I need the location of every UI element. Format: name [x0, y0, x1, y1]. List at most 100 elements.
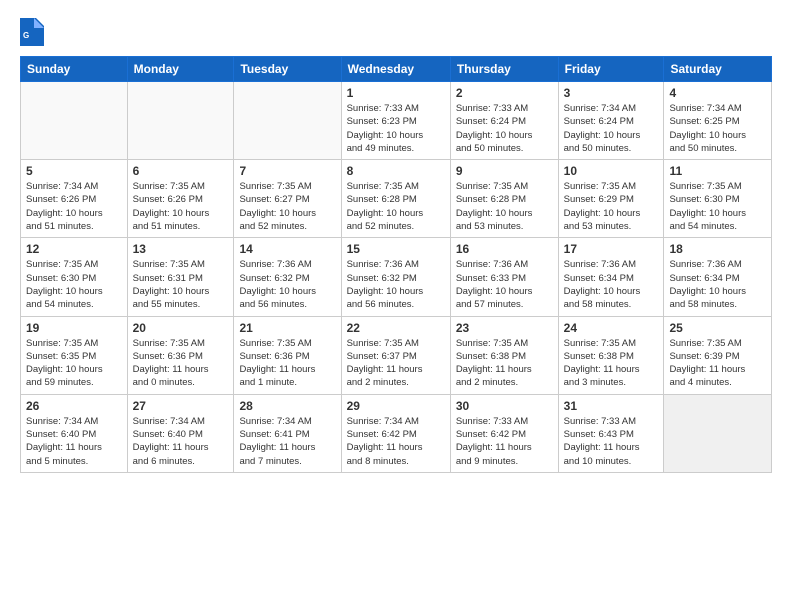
day-number: 28	[239, 399, 335, 413]
calendar-cell: 24 Sunrise: 7:35 AM Sunset: 6:38 PM Dayli…	[558, 316, 664, 394]
page: G SundayMondayTuesdayWednesdayThursdayFr…	[0, 0, 792, 612]
day-number: 2	[456, 86, 553, 100]
day-number: 30	[456, 399, 553, 413]
day-number: 22	[347, 321, 445, 335]
calendar-cell: 23Sunrise: 7:35 AM Sunset: 6:38 PM Dayli…	[450, 316, 558, 394]
weekday-header: Tuesday	[234, 57, 341, 82]
logo-icon: G	[20, 18, 44, 46]
day-number: 16	[456, 242, 553, 256]
day-number: 12	[26, 242, 122, 256]
day-number: 10	[564, 164, 659, 178]
calendar-cell: 17 Sunrise: 7:36 AM Sunset: 6:34 PM Dayli…	[558, 238, 664, 316]
day-info: Sunrise: 7:35 AM Sunset: 6:37 PM Dayligh…	[347, 337, 445, 390]
day-info: Sunrise: 7:34 AM Sunset: 6:42 PM Dayligh…	[347, 415, 445, 468]
calendar-cell: 28Sunrise: 7:34 AM Sunset: 6:41 PM Dayli…	[234, 394, 341, 472]
day-number: 20	[133, 321, 229, 335]
day-info: Sunrise: 7:35 AM Sunset: 6:26 PM Dayligh…	[133, 180, 229, 233]
day-info: Sunrise: 7:34 AM Sunset: 6:40 PM Dayligh…	[26, 415, 122, 468]
day-info: Sunrise: 7:36 AM Sunset: 6:34 PM Dayligh…	[669, 258, 766, 311]
day-info: Sunrise: 7:33 AM Sunset: 6:43 PM Dayligh…	[564, 415, 659, 468]
calendar-cell: 10Sunrise: 7:35 AM Sunset: 6:29 PM Dayli…	[558, 160, 664, 238]
calendar-cell	[21, 82, 128, 160]
day-number: 6	[133, 164, 229, 178]
weekday-header: Monday	[127, 57, 234, 82]
calendar-cell: 6 Sunrise: 7:35 AM Sunset: 6:26 PM Daylig…	[127, 160, 234, 238]
day-info: Sunrise: 7:36 AM Sunset: 6:32 PM Dayligh…	[347, 258, 445, 311]
logo: G	[20, 18, 48, 46]
day-info: Sunrise: 7:35 AM Sunset: 6:31 PM Dayligh…	[133, 258, 229, 311]
day-info: Sunrise: 7:35 AM Sunset: 6:36 PM Dayligh…	[133, 337, 229, 390]
calendar-cell: 11 Sunrise: 7:35 AM Sunset: 6:30 PM Dayli…	[664, 160, 772, 238]
day-info: Sunrise: 7:36 AM Sunset: 6:34 PM Dayligh…	[564, 258, 659, 311]
weekday-header: Wednesday	[341, 57, 450, 82]
calendar-cell: 3 Sunrise: 7:34 AM Sunset: 6:24 PM Daylig…	[558, 82, 664, 160]
calendar-row: 12Sunrise: 7:35 AM Sunset: 6:30 PM Dayli…	[21, 238, 772, 316]
day-number: 3	[564, 86, 659, 100]
day-number: 29	[347, 399, 445, 413]
day-info: Sunrise: 7:33 AM Sunset: 6:23 PM Dayligh…	[347, 102, 445, 155]
calendar-cell: 16 Sunrise: 7:36 AM Sunset: 6:33 PM Dayli…	[450, 238, 558, 316]
svg-text:G: G	[23, 31, 29, 40]
day-number: 26	[26, 399, 122, 413]
day-info: Sunrise: 7:35 AM Sunset: 6:28 PM Dayligh…	[456, 180, 553, 233]
day-number: 8	[347, 164, 445, 178]
day-number: 13	[133, 242, 229, 256]
day-number: 19	[26, 321, 122, 335]
calendar-cell: 27 Sunrise: 7:34 AM Sunset: 6:40 PM Dayli…	[127, 394, 234, 472]
day-number: 1	[347, 86, 445, 100]
weekday-header: Thursday	[450, 57, 558, 82]
day-info: Sunrise: 7:35 AM Sunset: 6:28 PM Dayligh…	[347, 180, 445, 233]
calendar-row: 26 Sunrise: 7:34 AM Sunset: 6:40 PM Dayli…	[21, 394, 772, 472]
weekday-header: Sunday	[21, 57, 128, 82]
day-info: Sunrise: 7:35 AM Sunset: 6:27 PM Dayligh…	[239, 180, 335, 233]
calendar-cell: 22 Sunrise: 7:35 AM Sunset: 6:37 PM Dayli…	[341, 316, 450, 394]
calendar-cell: 26 Sunrise: 7:34 AM Sunset: 6:40 PM Dayli…	[21, 394, 128, 472]
day-info: Sunrise: 7:35 AM Sunset: 6:30 PM Dayligh…	[669, 180, 766, 233]
day-info: Sunrise: 7:36 AM Sunset: 6:32 PM Dayligh…	[239, 258, 335, 311]
day-info: Sunrise: 7:33 AM Sunset: 6:24 PM Dayligh…	[456, 102, 553, 155]
day-info: Sunrise: 7:34 AM Sunset: 6:40 PM Dayligh…	[133, 415, 229, 468]
weekday-header: Friday	[558, 57, 664, 82]
calendar-cell	[127, 82, 234, 160]
calendar-cell: 13 Sunrise: 7:35 AM Sunset: 6:31 PM Dayli…	[127, 238, 234, 316]
weekday-header-row: SundayMondayTuesdayWednesdayThursdayFrid…	[21, 57, 772, 82]
day-number: 27	[133, 399, 229, 413]
calendar-cell: 25 Sunrise: 7:35 AM Sunset: 6:39 PM Dayli…	[664, 316, 772, 394]
calendar-cell: 5 Sunrise: 7:34 AM Sunset: 6:26 PM Daylig…	[21, 160, 128, 238]
day-number: 25	[669, 321, 766, 335]
calendar-cell: 9 Sunrise: 7:35 AM Sunset: 6:28 PM Daylig…	[450, 160, 558, 238]
header: G	[20, 18, 772, 46]
calendar-cell: 1 Sunrise: 7:33 AM Sunset: 6:23 PM Daylig…	[341, 82, 450, 160]
day-number: 7	[239, 164, 335, 178]
day-number: 4	[669, 86, 766, 100]
calendar-cell: 14Sunrise: 7:36 AM Sunset: 6:32 PM Dayli…	[234, 238, 341, 316]
calendar-cell	[234, 82, 341, 160]
calendar-cell: 12Sunrise: 7:35 AM Sunset: 6:30 PM Dayli…	[21, 238, 128, 316]
calendar-cell	[664, 394, 772, 472]
day-number: 11	[669, 164, 766, 178]
calendar-cell: 7 Sunrise: 7:35 AM Sunset: 6:27 PM Daylig…	[234, 160, 341, 238]
calendar-cell: 30Sunrise: 7:33 AM Sunset: 6:42 PM Dayli…	[450, 394, 558, 472]
day-info: Sunrise: 7:35 AM Sunset: 6:35 PM Dayligh…	[26, 337, 122, 390]
calendar-cell: 19 Sunrise: 7:35 AM Sunset: 6:35 PM Dayli…	[21, 316, 128, 394]
calendar-cell: 21 Sunrise: 7:35 AM Sunset: 6:36 PM Dayli…	[234, 316, 341, 394]
day-info: Sunrise: 7:34 AM Sunset: 6:25 PM Dayligh…	[669, 102, 766, 155]
day-info: Sunrise: 7:34 AM Sunset: 6:24 PM Dayligh…	[564, 102, 659, 155]
day-info: Sunrise: 7:35 AM Sunset: 6:39 PM Dayligh…	[669, 337, 766, 390]
day-number: 21	[239, 321, 335, 335]
day-number: 15	[347, 242, 445, 256]
day-number: 9	[456, 164, 553, 178]
calendar-cell: 4 Sunrise: 7:34 AM Sunset: 6:25 PM Daylig…	[664, 82, 772, 160]
day-info: Sunrise: 7:35 AM Sunset: 6:38 PM Dayligh…	[564, 337, 659, 390]
day-info: Sunrise: 7:34 AM Sunset: 6:26 PM Dayligh…	[26, 180, 122, 233]
day-number: 5	[26, 164, 122, 178]
day-number: 24	[564, 321, 659, 335]
day-info: Sunrise: 7:36 AM Sunset: 6:33 PM Dayligh…	[456, 258, 553, 311]
calendar-row: 5 Sunrise: 7:34 AM Sunset: 6:26 PM Daylig…	[21, 160, 772, 238]
day-info: Sunrise: 7:35 AM Sunset: 6:36 PM Dayligh…	[239, 337, 335, 390]
calendar-cell: 15 Sunrise: 7:36 AM Sunset: 6:32 PM Dayli…	[341, 238, 450, 316]
day-number: 17	[564, 242, 659, 256]
calendar-row: 19 Sunrise: 7:35 AM Sunset: 6:35 PM Dayli…	[21, 316, 772, 394]
day-number: 23	[456, 321, 553, 335]
calendar-cell: 8 Sunrise: 7:35 AM Sunset: 6:28 PM Daylig…	[341, 160, 450, 238]
